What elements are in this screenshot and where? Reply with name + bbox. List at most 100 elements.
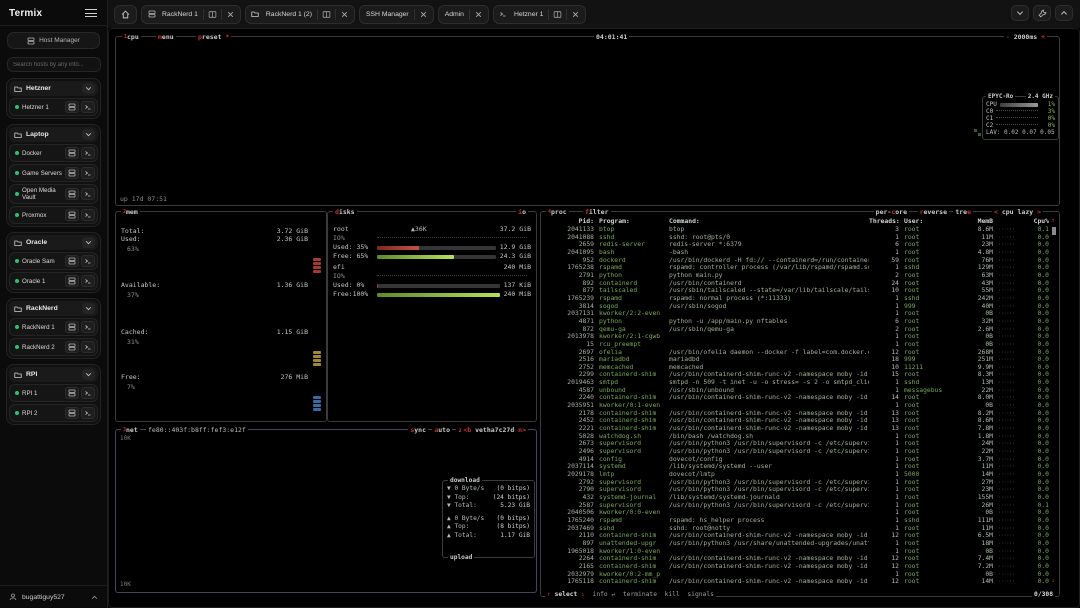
tab-split-button[interactable] <box>321 8 332 21</box>
proc-row[interactable]: 2029178lmtpdovecot/lmtp1500014M······0.0 <box>543 471 1057 479</box>
proc-row[interactable]: 2452containerd-shim/usr/bin/containerd-s… <box>543 417 1057 425</box>
proc-row[interactable]: 2264containerd-shim/usr/bin/containerd-s… <box>543 555 1057 563</box>
proc-row[interactable]: 2041095bash-bash1root4.8M······0.0 <box>543 249 1057 257</box>
cpu-box-title[interactable]: 1cpu <box>122 33 141 41</box>
proc-row[interactable]: 1765240rspamdrspamd: hs_helper process1s… <box>543 517 1057 525</box>
host-terminal-button[interactable] <box>81 255 95 267</box>
proc-row[interactable]: 2037469sshdsshd: root@notty1root11M·····… <box>543 525 1057 533</box>
proc-row[interactable]: 2165containerd-shim/usr/bin/containerd-s… <box>543 563 1057 571</box>
host-terminal-button[interactable] <box>81 407 95 419</box>
chevron-up-icon[interactable] <box>91 594 98 601</box>
io-toggle[interactable]: io <box>516 208 528 216</box>
proc-box-title[interactable]: 4proc <box>546 208 569 216</box>
host-connect-button[interactable] <box>65 387 79 399</box>
proc-row[interactable]: 2516mariadbdmariadbd18999251M······0.0 <box>543 356 1057 364</box>
net-auto-toggle[interactable]: auto <box>432 426 452 434</box>
tab-close-button[interactable] <box>473 8 484 21</box>
net-box-title[interactable]: 3net <box>121 426 140 434</box>
proc-row[interactable]: 2035951kworker/0:1-even1root0B······0.0 <box>543 402 1057 410</box>
proc-row[interactable]: 2221containerd-shim/usr/bin/containerd-s… <box>543 425 1057 433</box>
proc-row[interactable]: 2041133btopbtop3root8.6M······0.1 <box>543 226 1057 234</box>
host-terminal-button[interactable] <box>81 387 95 399</box>
proc-row[interactable]: 2037131kworker/2:2-even1root0B······0.0 <box>543 310 1057 318</box>
menu-button[interactable]: menu <box>156 33 176 41</box>
proc-row[interactable]: 2790supervisord/usr/bin/python3 /usr/bin… <box>543 486 1057 494</box>
proc-col-header[interactable]: Pid: <box>543 217 599 225</box>
host-terminal-button[interactable] <box>81 147 95 159</box>
home-button[interactable] <box>114 5 137 24</box>
proc-row[interactable]: 2659redis-serverredis-server *:63796root… <box>543 241 1057 249</box>
host-terminal-button[interactable] <box>81 188 95 200</box>
host-terminal-button[interactable] <box>81 167 95 179</box>
tab-ssh-manager[interactable]: SSH Manager <box>359 5 434 24</box>
proc-row[interactable]: 872qemu-ga/usr/sbin/qemu-ga2root2.6M····… <box>543 326 1057 334</box>
host-item[interactable]: Open Media Vault <box>9 184 98 204</box>
interval-control[interactable]: - 2000ms + <box>1004 33 1047 41</box>
tab-hetzner-1[interactable]: Hetzner 1 <box>493 5 586 24</box>
host-terminal-button[interactable] <box>81 209 95 221</box>
net-device-switch[interactable]: <b vetha7c27d n> <box>461 426 528 434</box>
proc-row[interactable]: 4914configdovecot/config1root3.7M······0… <box>543 456 1057 464</box>
tools-button[interactable] <box>1033 5 1051 21</box>
proc-col-header[interactable]: MemB <box>953 217 993 225</box>
disks-box-title[interactable]: disks <box>333 208 357 216</box>
host-manager-button[interactable]: Host Manager <box>7 32 100 49</box>
proc-row[interactable]: 2673supervisord/usr/bin/python3 /usr/bin… <box>543 440 1057 448</box>
folder-collapse-button[interactable] <box>82 369 95 380</box>
proc-row[interactable]: 892containerd/usr/bin/containerd24root43… <box>543 280 1057 288</box>
host-connect-button[interactable] <box>65 341 79 353</box>
proc-row[interactable]: 1765238rspamdrspamd: controller process … <box>543 264 1057 272</box>
tab-split-button[interactable] <box>552 8 563 21</box>
proc-row[interactable]: 4871pythonpython -u /app/main.py nftable… <box>543 318 1057 326</box>
host-connect-button[interactable] <box>65 321 79 333</box>
proc-row[interactable]: 2299containerd-shim/usr/bin/containerd-s… <box>543 371 1057 379</box>
proc-col-header[interactable]: User: <box>899 217 953 225</box>
tab-close-button[interactable] <box>225 8 236 21</box>
host-connect-button[interactable] <box>65 147 79 159</box>
mem-box-title[interactable]: 2mem <box>121 208 140 216</box>
proc-row[interactable]: 4587unbound/usr/sbin/unbound1messagebus2… <box>543 387 1057 395</box>
proc-row[interactable]: 2013978kworker/2:1-cgwb1root0B······0.0 <box>543 333 1057 341</box>
host-terminal-button[interactable] <box>81 101 95 113</box>
tab-racknerd-1-2-[interactable]: RackNerd 1 (2) <box>245 5 355 24</box>
tab-close-button[interactable] <box>418 8 429 21</box>
proc-row[interactable]: 2792supervisord/usr/bin/python3 /usr/bin… <box>543 479 1057 487</box>
proc-footer-keys[interactable]: ↑ select ↓ info ↵ terminate kill signals <box>545 591 716 601</box>
proc-row[interactable]: 2697ofelia/usr/bin/ofelia daemon --docke… <box>543 349 1057 357</box>
proc-row[interactable]: 432systemd-journal/lib/systemd/systemd-j… <box>543 494 1057 502</box>
tab-close-button[interactable] <box>570 8 581 21</box>
host-item[interactable]: Proxmox <box>9 206 98 224</box>
search-input[interactable] <box>7 57 101 72</box>
host-item[interactable]: Docker <box>9 144 98 162</box>
proc-row[interactable]: 2040506kworker/0:0-even1root0B······0.0 <box>543 509 1057 517</box>
proc-row[interactable]: 2032979kworker/0:2-mm_p1root0B······0.0 <box>543 571 1057 579</box>
proc-row[interactable]: 2110containerd-shim/usr/bin/containerd-s… <box>543 532 1057 540</box>
folder-header[interactable]: Hetzner <box>9 81 98 96</box>
proc-row[interactable]: 2019463smtpdsmtpd -n 509 -t inet -u -o s… <box>543 379 1057 387</box>
menu-icon[interactable] <box>84 7 98 19</box>
host-item[interactable]: Oracle 1 <box>9 272 98 290</box>
proc-row[interactable]: 1765118containerd-shim/usr/bin/container… <box>543 578 1057 584</box>
tab-admin[interactable]: Admin <box>438 5 489 24</box>
filter-button[interactable]: filter <box>583 208 611 216</box>
host-connect-button[interactable] <box>65 255 79 267</box>
proc-row[interactable]: 15rcu_preempt1root0B······0.0 <box>543 341 1057 349</box>
tab-split-button[interactable] <box>207 8 218 21</box>
host-item[interactable]: RackNerd 1 <box>9 318 98 336</box>
host-item[interactable]: RPI 1 <box>9 384 98 402</box>
host-connect-button[interactable] <box>65 407 79 419</box>
host-item[interactable]: RackNerd 2 <box>9 338 98 356</box>
host-connect-button[interactable] <box>65 275 79 287</box>
proc-row[interactable]: 952dockerd/usr/bin/dockerd -H fd:// --co… <box>543 257 1057 265</box>
proc-row[interactable]: 2496supervisord/usr/bin/python3 /usr/bin… <box>543 448 1057 456</box>
user-menu[interactable]: bugattiguy527 <box>0 585 107 608</box>
proc-row[interactable]: 2037114systemd/lib/systemd/systemd --use… <box>543 463 1057 471</box>
host-terminal-button[interactable] <box>81 275 95 287</box>
proc-row[interactable]: 1965018kworker/1:0-even1root0B······0.0 <box>543 548 1057 556</box>
proc-row[interactable]: 3814sogod/usr/sbin/sogod199940M······0.0 <box>543 303 1057 311</box>
folder-header[interactable]: RackNerd <box>9 301 98 316</box>
host-item[interactable]: Game Servers <box>9 164 98 182</box>
folder-header[interactable]: RPI <box>9 367 98 382</box>
collapse-button[interactable] <box>1011 5 1029 21</box>
folder-collapse-button[interactable] <box>82 303 95 314</box>
